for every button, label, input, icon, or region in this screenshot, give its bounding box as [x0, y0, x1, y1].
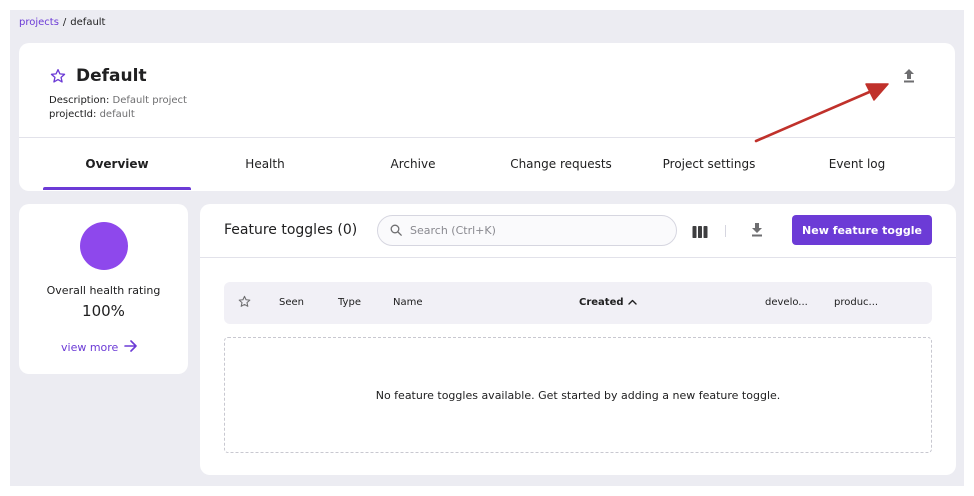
health-value: 100% [82, 302, 125, 320]
view-more-label: view more [61, 341, 119, 354]
arrow-right-icon [124, 340, 138, 355]
project-title-row: Default [50, 66, 147, 86]
upload-icon [903, 68, 915, 87]
feature-toggles-card: Feature toggles (0) Search (Ctrl+K) New … [200, 204, 956, 475]
columns-icon [692, 223, 708, 242]
favorite-column-star-icon[interactable] [238, 295, 251, 311]
column-created-label: Created [579, 297, 624, 308]
empty-state-message: No feature toggles available. Get starte… [375, 388, 781, 402]
project-header-info: Default Description: Default project pro… [19, 43, 955, 138]
toolbar-divider [725, 225, 726, 237]
export-button[interactable] [751, 222, 763, 241]
tab-archive[interactable]: Archive [339, 138, 487, 190]
health-label: Overall health rating [46, 284, 161, 297]
description-value: Default project [112, 95, 187, 106]
import-button[interactable] [899, 67, 919, 87]
tab-event-log[interactable]: Event log [783, 138, 931, 190]
project-title: Default [76, 66, 147, 86]
column-environment-development[interactable]: develo... [765, 297, 808, 308]
breadcrumb-current: default [70, 17, 106, 28]
health-indicator [80, 222, 128, 270]
table-header: Seen Type Name Created develo... produc.… [224, 282, 932, 324]
tab-health[interactable]: Health [191, 138, 339, 190]
column-name[interactable]: Name [393, 297, 423, 308]
column-created[interactable]: Created [579, 297, 637, 308]
project-header-card: Default Description: Default project pro… [19, 43, 955, 191]
new-feature-toggle-button[interactable]: New feature toggle [792, 215, 932, 245]
empty-state: No feature toggles available. Get starte… [224, 337, 932, 453]
tab-change-requests[interactable]: Change requests [487, 138, 635, 190]
project-id-label: projectId: [49, 109, 97, 120]
column-type[interactable]: Type [338, 297, 361, 308]
health-card: Overall health rating 100% view more [19, 204, 188, 374]
project-id: projectId: default [49, 109, 135, 120]
download-icon [751, 222, 763, 241]
column-environment-production[interactable]: produc... [834, 297, 878, 308]
search-box [377, 215, 677, 246]
column-seen[interactable]: Seen [279, 297, 304, 308]
search-input[interactable] [410, 224, 650, 237]
breadcrumb: projects / default [19, 17, 105, 28]
feature-toggles-title: Feature toggles (0) [224, 222, 358, 238]
chevron-up-icon [627, 297, 637, 308]
project-description: Description: Default project [49, 95, 187, 106]
feature-toggles-header: Feature toggles (0) Search (Ctrl+K) New … [200, 204, 956, 258]
star-icon[interactable] [50, 68, 66, 84]
project-id-value: default [99, 109, 135, 120]
tab-overview[interactable]: Overview [43, 138, 191, 190]
breadcrumb-separator: / [62, 17, 67, 28]
tab-project-settings[interactable]: Project settings [635, 138, 783, 190]
project-tabs: Overview Health Archive Change requests … [19, 138, 955, 190]
search-icon [390, 221, 402, 240]
columns-button[interactable] [692, 223, 708, 242]
description-label: Description: [49, 95, 110, 106]
view-more-link[interactable]: view more [61, 340, 138, 355]
app-frame: projects / default Default Description: … [10, 10, 964, 486]
breadcrumb-projects-link[interactable]: projects [19, 17, 59, 28]
